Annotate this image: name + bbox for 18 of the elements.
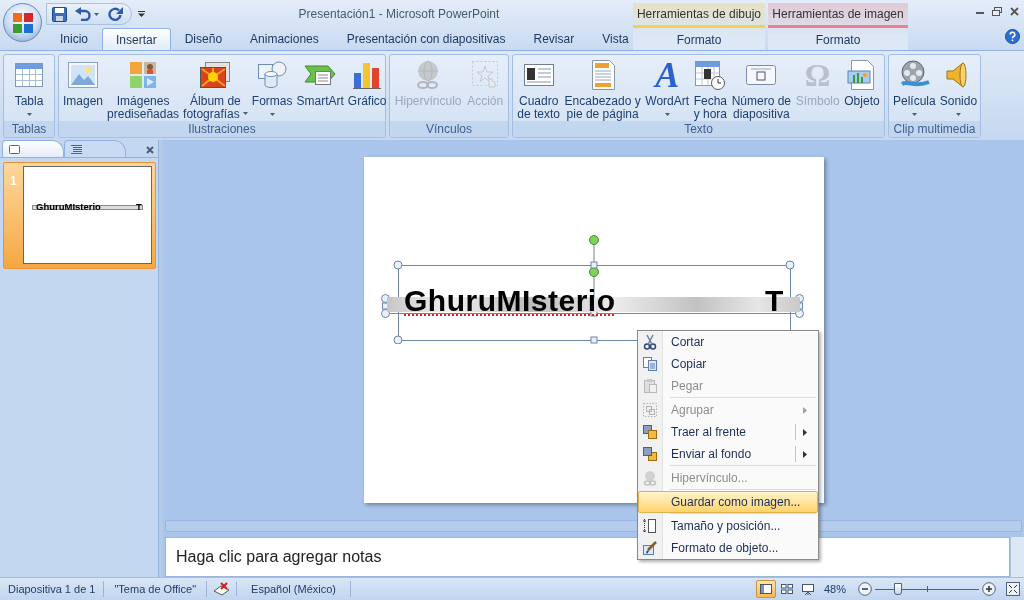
theme-name: "Tema de Office" bbox=[104, 580, 208, 598]
slide-number: 1 bbox=[9, 173, 18, 190]
window-title: Presentación1 - Microsoft PowerPoint bbox=[298, 6, 500, 23]
group-label: Texto bbox=[513, 121, 884, 137]
slide-title-text: GhuruMIsterio bbox=[404, 286, 616, 316]
group-label: Ilustraciones bbox=[59, 121, 385, 137]
group-label: Clip multimedia bbox=[889, 121, 980, 137]
wordart-icon: A bbox=[655, 58, 680, 91]
slide-counter: Diapositiva 1 de 1 bbox=[0, 580, 105, 598]
slide-text: T bbox=[136, 202, 142, 212]
group-label: Vínculos bbox=[390, 121, 508, 137]
language-label: Español (México) bbox=[237, 580, 352, 598]
zoom-level: 48% bbox=[824, 581, 848, 597]
slide-text: GhuruMIsterio bbox=[36, 202, 101, 212]
contextual-group-title: Herramientas de dibujo bbox=[635, 6, 763, 23]
group-label: Tablas bbox=[4, 121, 54, 137]
contextual-group-title: Herramientas de imagen bbox=[771, 6, 905, 23]
slide-title-text: T bbox=[765, 286, 784, 316]
